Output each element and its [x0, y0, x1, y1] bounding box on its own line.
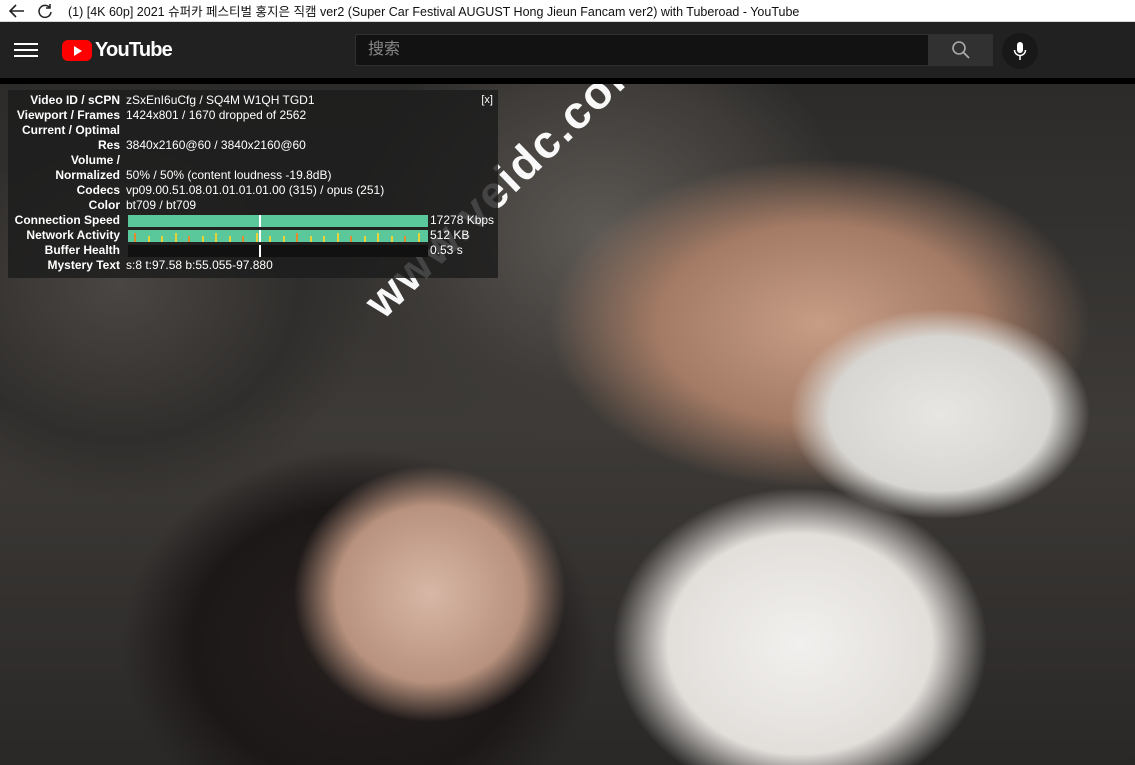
network-tick — [201, 236, 204, 242]
stat-label: Color — [88, 198, 120, 212]
network-tick — [215, 233, 217, 242]
window-title-bar: (1) [4K 60p] 2021 슈퍼카 페스티벌 홍지은 직캠 ver2 (… — [0, 0, 1135, 22]
network-tick — [174, 233, 177, 242]
search-button[interactable] — [929, 34, 993, 66]
stat-graph-bar — [128, 230, 428, 242]
stat-label: Current / Optimal — [21, 123, 120, 137]
network-tick — [147, 236, 150, 242]
stat-graph-value: 0.53 s — [430, 243, 463, 257]
youtube-logo-icon — [62, 40, 92, 61]
youtube-logo[interactable]: YouTube — [62, 39, 173, 62]
stat-label: Video ID / sCPN — [30, 93, 120, 107]
stats-for-nerds-panel: [x] Video ID / sCPN zSxEnI6uCfg / SQ4M W1… — [8, 90, 498, 278]
stat-value: bt709 / bt709 — [126, 198, 197, 212]
network-tick — [228, 236, 231, 242]
stat-label: Res — [97, 138, 120, 152]
window-title: (1) [4K 60p] 2021 슈퍼카 페스티벌 홍지은 직캠 ver2 (… — [68, 5, 800, 19]
network-tick — [336, 233, 339, 242]
network-tick — [282, 236, 285, 242]
menu-icon[interactable] — [14, 39, 38, 61]
network-tick — [323, 236, 325, 242]
stat-graph-value: 512 KB — [430, 228, 470, 242]
network-tick — [363, 236, 366, 242]
stat-value: 50% / 50% (content loudness -19.8dB) — [126, 168, 332, 182]
stat-value: vp09.00.51.08.01.01.01.01.00 (315) / opu… — [126, 183, 385, 197]
stat-label: Volume / — [70, 153, 120, 167]
graph-separator — [259, 215, 261, 227]
voice-search-button[interactable] — [1002, 33, 1038, 69]
search-input[interactable] — [355, 34, 929, 66]
network-tick — [404, 236, 406, 242]
network-tick — [269, 236, 271, 242]
stat-value: s:8 t:97.58 b:55.055-97.880 — [126, 258, 273, 272]
stat-value: 1424x801 / 1670 dropped of 2562 — [126, 108, 307, 122]
stat-label: Mystery Text — [47, 258, 120, 272]
network-tick — [390, 236, 393, 242]
network-tick — [350, 236, 352, 242]
network-tick — [377, 233, 379, 242]
reload-button[interactable] — [34, 1, 56, 21]
stat-graph-row: Network Activity 512 KB — [8, 228, 498, 243]
network-tick — [309, 236, 312, 242]
back-arrow-icon — [9, 3, 24, 18]
network-tick — [161, 236, 163, 242]
network-tick — [296, 233, 298, 242]
stat-graph-bar — [128, 245, 428, 257]
stat-label: Codecs — [76, 183, 120, 197]
search-icon — [951, 41, 970, 59]
logo-text: YouTube — [95, 39, 173, 61]
reload-icon — [38, 3, 52, 18]
network-tick — [255, 233, 258, 242]
stat-label: Buffer Health — [44, 243, 120, 257]
network-tick — [188, 236, 190, 242]
stat-label: Connection Speed — [14, 213, 120, 227]
back-button[interactable] — [6, 1, 28, 21]
graph-separator — [259, 230, 261, 242]
stat-label: Viewport / Frames — [16, 108, 120, 122]
stat-graph-row: Connection Speed 17278 Kbps — [8, 213, 498, 228]
search-bar — [355, 34, 993, 66]
stat-graph-row: Buffer Health 0.53 s — [8, 243, 498, 258]
stat-graph-value: 17278 Kbps — [430, 213, 495, 227]
stats-close-button[interactable]: [x] — [481, 94, 493, 106]
stat-value: zSxEnI6uCfg / SQ4M W1QH TGD1 — [126, 93, 315, 107]
mic-icon — [1013, 42, 1027, 60]
stat-graph-bar — [128, 215, 428, 227]
stat-label: Network Activity — [26, 228, 120, 242]
youtube-header: YouTube — [0, 22, 1135, 78]
network-tick — [242, 236, 244, 242]
stat-value: 3840x2160@60 / 3840x2160@60 — [126, 138, 306, 152]
network-tick — [134, 233, 136, 242]
stat-label: Normalized — [55, 168, 120, 182]
network-tick — [417, 233, 420, 242]
graph-separator — [259, 245, 261, 257]
